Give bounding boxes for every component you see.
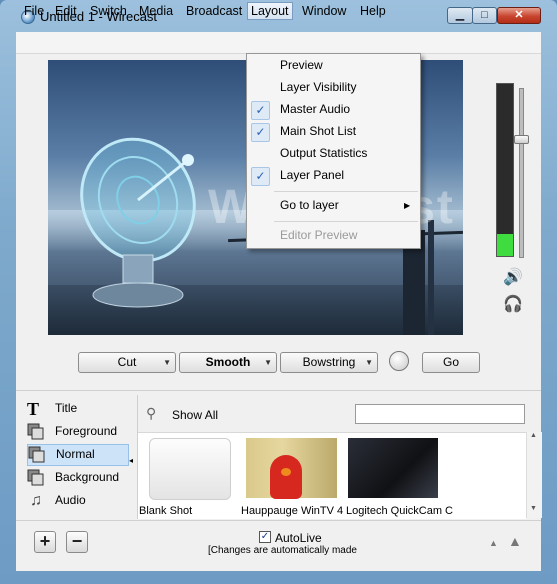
show-all-icon[interactable]: ⚲ [146,405,166,421]
layer-item-foreground[interactable]: Foreground [27,422,127,442]
bowstring-transition-button[interactable]: Bowstring ▼ [280,352,378,373]
menu-switch[interactable]: Switch [87,3,130,19]
go-button[interactable]: Go [422,352,480,373]
headphones-icon[interactable]: 🎧 [503,294,523,314]
menu-edit[interactable]: Edit [52,3,80,19]
bowstring-label: Bowstring [302,355,356,369]
volume-slider-track[interactable] [519,88,524,258]
volume-slider-thumb[interactable] [514,135,529,145]
add-layer-button[interactable]: + [34,531,56,553]
shot-thumb-hauppauge-figure-nose [281,468,291,476]
preview-bridge-tower-thin [428,220,434,335]
menu-item-go-to-layer[interactable]: Go to layer [250,196,416,216]
transition-speed-knob[interactable] [389,351,409,371]
menu-item-label: Output Statistics [280,146,368,160]
layer-item-audio[interactable]: ♫ Audio [27,491,127,511]
menu-separator [274,191,418,192]
shot-label-hauppauge[interactable]: Hauppauge WinTV 4 [241,505,343,517]
layers-icon [27,469,44,486]
chevron-down-icon[interactable]: ▼ [264,353,272,372]
smooth-transition-button[interactable]: Smooth ▼ [179,352,277,373]
menu-media[interactable]: Media [136,3,176,19]
menu-item-label: Go to layer [280,198,339,212]
show-all-label[interactable]: Show All [172,408,218,422]
close-button[interactable]: ✕ [497,7,541,24]
autolive-note: [Changes are automatically made [208,545,357,556]
shot-thumb-logitech[interactable] [348,438,438,498]
menu-item-layer-visibility[interactable]: Layer Visibility [250,78,416,98]
shot-search-input[interactable] [355,404,525,424]
menu-item-output-statistics[interactable]: Output Statistics [250,144,416,164]
layer-expand-icon[interactable]: ◂ [129,456,133,465]
menu-item-label: Main Shot List [280,124,357,138]
menu-item-main-shot-list[interactable]: ✓ Main Shot List [250,122,416,142]
layer-label: Title [55,401,78,415]
audio-level-meter [496,83,514,257]
satellite-dish-logo [80,137,196,308]
checkmark-icon: ✓ [251,123,270,142]
maximize-button[interactable]: □ [472,7,497,24]
audio-level-fill [497,233,513,256]
speaker-icon[interactable]: 🔊 [503,267,523,287]
menu-layout[interactable]: Layout [247,2,293,20]
menu-item-layer-panel[interactable]: ✓ Layer Panel [250,166,416,186]
shot-thumb-hauppauge-figure [270,455,302,499]
chevron-down-icon[interactable]: ▼ [365,353,373,372]
layer-item-normal[interactable]: Normal [27,444,129,466]
layer-label: Audio [55,493,86,507]
menu-item-label: Layer Visibility [280,80,357,94]
menu-item-label: Preview [280,58,323,72]
scroll-down-icon[interactable]: ▼ [526,505,541,517]
menu-item-editor-preview: Editor Preview [250,226,416,246]
menu-item-preview[interactable]: Preview [250,56,416,76]
menu-help[interactable]: Help [357,3,389,19]
autolive-label[interactable]: AutoLive [275,531,322,545]
checkmark-icon: ✓ [251,101,270,120]
smooth-label: Smooth [205,355,251,369]
submenu-arrow-icon: ▶ [404,201,411,210]
minimize-button[interactable]: ▁ [447,7,473,24]
shot-label-blank[interactable]: Blank Shot [139,505,192,517]
thumbnail-large-icon[interactable]: ▲ [508,533,522,549]
autolive-checkbox[interactable]: ✓ [259,531,271,543]
checkmark-icon: ✓ [251,167,270,186]
menu-broadcast[interactable]: Broadcast [183,3,245,19]
layer-item-background[interactable]: Background [27,468,127,488]
layers-icon [28,446,45,463]
shot-thumb-blank[interactable] [149,438,231,500]
menu-window[interactable]: Window [299,3,349,19]
layer-label: Background [55,470,120,484]
menu-file[interactable]: File [21,3,47,19]
chevron-down-icon[interactable]: ▼ [163,353,171,372]
cut-transition-button[interactable]: Cut ▼ [78,352,176,373]
menu-item-label: Master Audio [280,102,351,116]
cut-label: Cut [117,355,137,369]
remove-layer-button[interactable]: − [66,531,88,553]
layer-label: Normal [56,447,95,461]
menu-separator [274,221,418,222]
menu-bar [16,32,541,54]
music-note-icon: ♫ [30,492,42,509]
menu-item-label: Layer Panel [280,168,345,182]
layers-icon [27,423,44,440]
scroll-up-icon[interactable]: ▲ [526,432,541,444]
menu-item-label: Editor Preview [280,228,358,242]
shot-label-logitech[interactable]: Logitech QuickCam C [346,505,453,517]
layer-item-title[interactable]: T Title [27,399,127,419]
text-icon: T [27,399,40,419]
menu-item-master-audio[interactable]: ✓ Master Audio [250,100,416,120]
layer-label: Foreground [55,424,118,438]
thumbnail-small-icon[interactable]: ▲ [489,538,498,548]
